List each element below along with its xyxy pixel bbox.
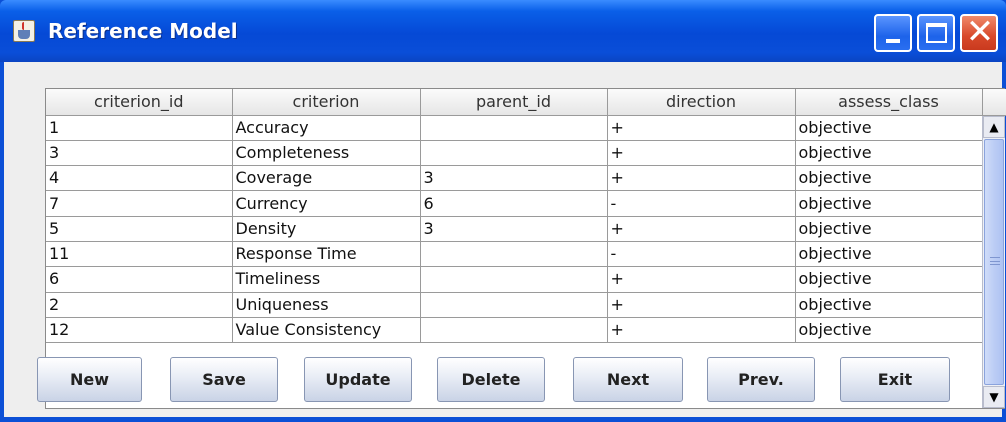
content-panel: criterion_id criterion parent_id directi… (4, 62, 1006, 417)
cell-criterion[interactable]: Accuracy (232, 115, 421, 141)
cell-direction[interactable]: + (607, 292, 796, 318)
java-cup-icon[interactable] (13, 20, 35, 42)
cell-criterion-id[interactable]: 1 (46, 115, 233, 141)
cell-criterion-id[interactable]: 3 (46, 140, 233, 167)
cell-parent-id[interactable] (420, 140, 608, 167)
table-row[interactable]: 4 Coverage 3 + objective (46, 165, 983, 192)
cell-parent-id[interactable] (420, 115, 608, 141)
close-button[interactable]: ✕ (960, 12, 998, 52)
cell-direction[interactable]: + (607, 266, 796, 293)
next-button[interactable]: Next (573, 357, 683, 402)
minimize-icon (886, 39, 900, 43)
cell-criterion-id[interactable]: 6 (46, 266, 233, 293)
table-row[interactable]: 6 Timeliness + objective (46, 266, 983, 293)
cell-assess-class[interactable]: objective (795, 266, 983, 293)
app-window: Reference Model ✕ criterion_id criterion… (0, 0, 1006, 422)
cell-criterion[interactable]: Coverage (232, 165, 421, 192)
new-button[interactable]: New (37, 357, 142, 402)
cell-parent-id[interactable] (420, 266, 608, 293)
cell-criterion[interactable]: Uniqueness (232, 292, 421, 318)
cell-criterion-id[interactable]: 5 (46, 216, 233, 242)
cell-criterion-id[interactable]: 12 (46, 317, 233, 344)
cell-assess-class[interactable]: objective (795, 317, 983, 344)
prev-button[interactable]: Prev. (707, 357, 815, 402)
window-title: Reference Model (48, 19, 238, 43)
button-bar: New Save Update Delete Next Prev. Exit (4, 352, 1002, 408)
grip-icon (990, 257, 1000, 265)
cell-parent-id[interactable]: 6 (420, 190, 608, 217)
title-bar[interactable]: Reference Model ✕ (0, 0, 1006, 62)
exit-button[interactable]: Exit (840, 357, 950, 402)
minimize-button[interactable] (874, 14, 912, 52)
cell-criterion[interactable]: Timeliness (232, 266, 421, 293)
table-header-row: criterion_id criterion parent_id directi… (46, 89, 983, 116)
column-header-parent-id[interactable]: parent_id (420, 89, 608, 116)
cell-criterion[interactable]: Density (232, 216, 421, 242)
cell-criterion[interactable]: Completeness (232, 140, 421, 167)
cell-direction[interactable]: + (607, 140, 796, 167)
close-icon: ✕ (965, 12, 995, 52)
maximize-button[interactable] (917, 14, 955, 52)
cell-criterion[interactable]: Response Time (232, 241, 421, 268)
table-row[interactable]: 3 Completeness + objective (46, 140, 983, 167)
cell-parent-id[interactable]: 3 (420, 216, 608, 242)
table-header-corner (982, 89, 1006, 116)
window-bottom-border (0, 417, 1006, 422)
cell-criterion-id[interactable]: 7 (46, 190, 233, 217)
cell-assess-class[interactable]: objective (795, 165, 983, 192)
cell-criterion-id[interactable]: 2 (46, 292, 233, 318)
scroll-up-icon[interactable]: ▲ (983, 116, 1005, 138)
cell-direction[interactable]: - (607, 241, 796, 268)
criteria-table[interactable]: criterion_id criterion parent_id directi… (46, 89, 983, 344)
cell-assess-class[interactable]: objective (795, 115, 983, 141)
cell-direction[interactable]: - (607, 190, 796, 217)
update-button[interactable]: Update (304, 357, 412, 402)
delete-button[interactable]: Delete (437, 357, 545, 402)
column-header-direction[interactable]: direction (607, 89, 796, 116)
cell-assess-class[interactable]: objective (795, 140, 983, 167)
cell-assess-class[interactable]: objective (795, 216, 983, 242)
cell-assess-class[interactable]: objective (795, 241, 983, 268)
cell-parent-id[interactable] (420, 292, 608, 318)
column-header-criterion-id[interactable]: criterion_id (46, 89, 233, 116)
table-row[interactable]: 12 Value Consistency + objective (46, 317, 983, 344)
scroll-thumb[interactable] (984, 139, 1004, 385)
cell-assess-class[interactable]: objective (795, 292, 983, 318)
cell-parent-id[interactable] (420, 317, 608, 344)
cell-direction[interactable]: + (607, 317, 796, 344)
table-row[interactable]: 1 Accuracy + objective (46, 115, 983, 141)
cell-criterion-id[interactable]: 11 (46, 241, 233, 268)
cell-parent-id[interactable]: 3 (420, 165, 608, 192)
cell-criterion[interactable]: Currency (232, 190, 421, 217)
table-row[interactable]: 7 Currency 6 - objective (46, 190, 983, 217)
maximize-icon (926, 23, 947, 43)
cell-criterion-id[interactable]: 4 (46, 165, 233, 192)
cell-direction[interactable]: + (607, 216, 796, 242)
save-button[interactable]: Save (170, 357, 278, 402)
table-row[interactable]: 5 Density 3 + objective (46, 216, 983, 242)
column-header-assess-class[interactable]: assess_class (795, 89, 983, 116)
cell-assess-class[interactable]: objective (795, 190, 983, 217)
column-header-criterion[interactable]: criterion (232, 89, 421, 116)
table-row[interactable]: 11 Response Time - objective (46, 241, 983, 268)
cell-direction[interactable]: + (607, 165, 796, 192)
cell-direction[interactable]: + (607, 115, 796, 141)
table-row[interactable]: 2 Uniqueness + objective (46, 292, 983, 318)
cell-parent-id[interactable] (420, 241, 608, 268)
cell-criterion[interactable]: Value Consistency (232, 317, 421, 344)
